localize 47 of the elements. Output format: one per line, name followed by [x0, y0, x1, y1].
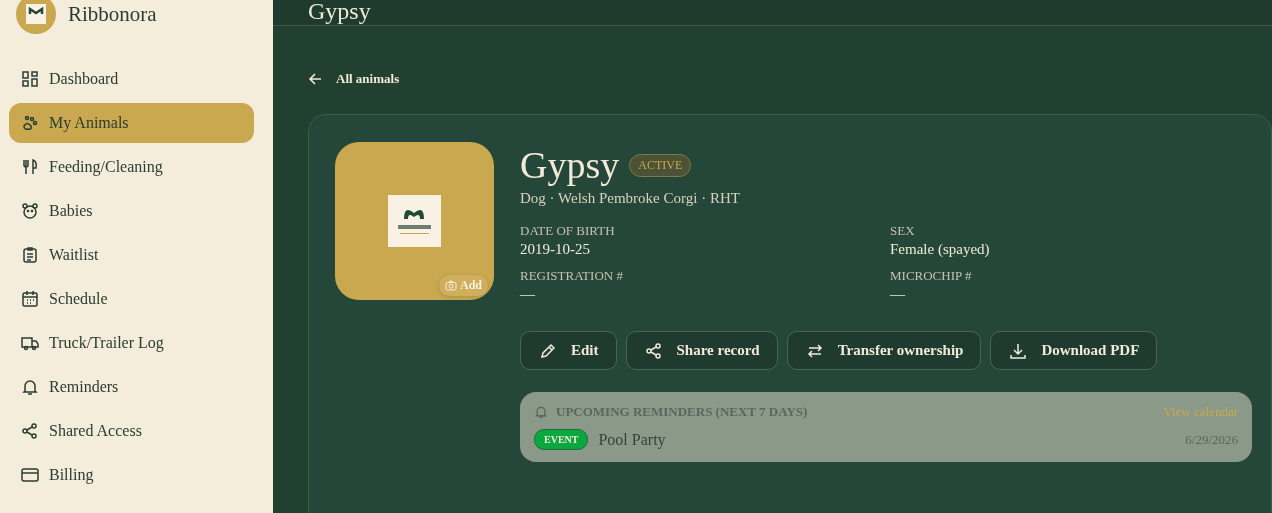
sidebar-item[interactable]: Schedule — [9, 279, 254, 319]
field-value: Female (spayed) — [890, 241, 991, 258]
swap-icon — [805, 341, 824, 360]
camera-icon — [445, 280, 457, 291]
sidebar-item[interactable]: Waitlist — [9, 235, 254, 275]
sidebar-item[interactable]: Dashboard — [9, 59, 254, 99]
field-label: SEX — [890, 223, 916, 239]
download-icon — [1009, 341, 1028, 360]
share-icon — [644, 341, 663, 360]
action-button[interactable]: Edit — [520, 331, 617, 370]
sidebar-item[interactable]: Reminders — [9, 367, 254, 407]
event-tag: EVENT — [534, 429, 589, 450]
animal-name: Gypsy — [520, 146, 620, 184]
field-value: 2019-10-25 — [520, 241, 591, 258]
animal-subtitle: Dog · Welsh Pembroke Corgi · RHT — [520, 190, 741, 207]
grid-icon — [21, 70, 39, 88]
field-label: REGISTRATION # — [520, 268, 624, 284]
paw-icon — [21, 114, 39, 132]
utensils-icon — [21, 158, 39, 176]
reminder-title: Pool Party — [598, 430, 666, 449]
arrow-left-icon — [308, 72, 322, 86]
bell-icon — [21, 378, 39, 396]
bell-icon — [534, 405, 548, 419]
sidebar-item[interactable]: Babies — [9, 191, 254, 231]
status-badge: ACTIVE — [629, 153, 692, 177]
field-value: — — [890, 286, 906, 303]
calendar-icon — [21, 290, 39, 308]
action-button[interactable]: Share record — [625, 331, 778, 370]
sidebar-item[interactable]: Truck/Trailer Log — [9, 323, 254, 363]
back-link[interactable]: All animals — [308, 66, 1272, 92]
card-icon — [21, 466, 39, 484]
field-label: MICROCHIP # — [890, 268, 973, 284]
page-title: Gypsy — [308, 0, 371, 25]
sidebar-item[interactable]: Shared Access — [9, 411, 254, 451]
bear-icon — [21, 202, 39, 220]
brand-name: Ribbonora — [68, 1, 157, 27]
pencil-icon — [539, 341, 557, 360]
share-icon — [21, 422, 39, 440]
truck-icon — [21, 334, 39, 352]
action-button[interactable]: Transfer ownership — [786, 331, 982, 370]
sidebar-item[interactable]: Feeding/Cleaning — [9, 147, 254, 187]
clipboard-icon — [21, 246, 39, 264]
action-button[interactable]: Download PDF — [990, 331, 1158, 370]
field-value: — — [520, 286, 536, 303]
field-label: DATE OF BIRTH — [520, 223, 616, 239]
sidebar-item[interactable]: My Animals — [9, 103, 254, 143]
sidebar-item[interactable]: Billing — [9, 455, 254, 495]
